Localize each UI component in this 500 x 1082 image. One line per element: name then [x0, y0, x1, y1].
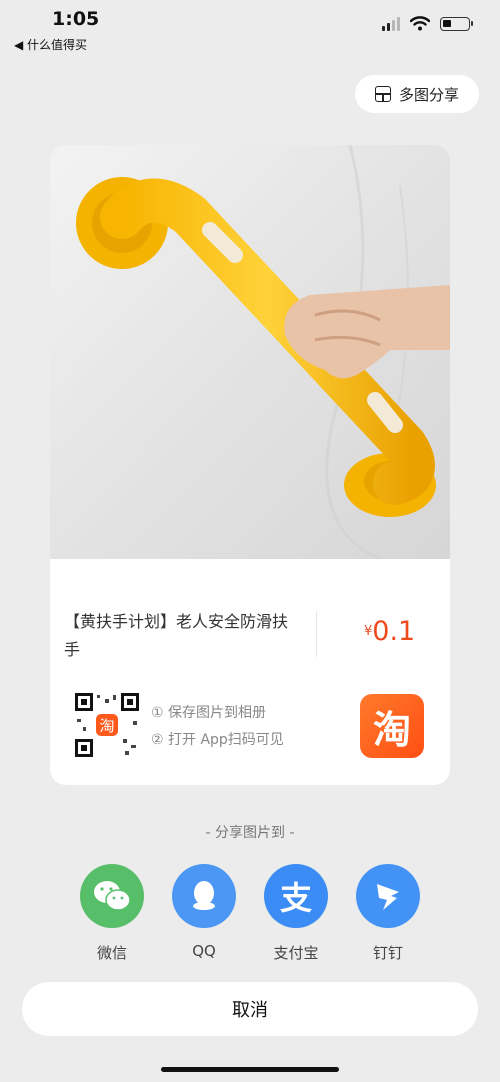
divider: [316, 611, 317, 657]
wifi-icon: [410, 16, 430, 31]
step-save-image: ① 保存图片到相册: [151, 705, 267, 721]
cancel-button[interactable]: 取消: [22, 982, 478, 1036]
qq-icon: [172, 864, 236, 928]
product-image: [50, 145, 450, 559]
clock: 1:05: [52, 8, 100, 30]
back-to-app-link[interactable]: ◀ 什么值得买: [14, 36, 87, 53]
share-poster-card: 【黄扶手计划】老人安全防滑扶手 ¥0.1 淘 ① 保存图片到相册 ② 打开 Ap…: [50, 145, 450, 785]
scan-steps: ① 保存图片到相册 ② 打开 App扫码可见: [151, 700, 284, 754]
alipay-icon: 支: [264, 864, 328, 928]
share-dingtalk-button[interactable]: 钉钉: [356, 864, 420, 963]
currency-symbol: ¥: [364, 624, 373, 639]
product-title: 【黄扶手计划】老人安全防滑扶手: [64, 612, 289, 659]
dingtalk-icon: [356, 864, 420, 928]
share-alipay-button[interactable]: 支 支付宝: [264, 864, 328, 963]
price: ¥0.1: [364, 616, 415, 647]
share-to-heading: - 分享图片到 -: [205, 825, 295, 841]
svg-text:淘: 淘: [99, 717, 114, 735]
status-bar: 1:05 ◀ 什么值得买: [0, 0, 500, 58]
share-label-dingtalk: 钉钉: [372, 944, 403, 962]
price-value: 0.1: [372, 616, 416, 647]
grid-layout-icon: [374, 86, 391, 102]
share-label-qq: QQ: [192, 942, 216, 960]
multi-image-share-button[interactable]: 多图分享: [355, 75, 479, 113]
share-qq-button[interactable]: QQ: [172, 864, 236, 960]
step-open-app: ② 打开 App扫码可见: [151, 732, 284, 748]
wechat-icon: [80, 864, 144, 928]
qr-code: 淘: [75, 693, 139, 757]
share-label-wechat: 微信: [96, 944, 127, 962]
taobao-logo-icon: 淘: [360, 694, 424, 758]
share-wechat-button[interactable]: 微信: [80, 864, 144, 963]
signal-icon: [382, 16, 400, 31]
multi-share-label: 多图分享: [398, 85, 459, 104]
status-icons: [382, 16, 473, 31]
battery-icon: [440, 16, 473, 31]
share-label-alipay: 支付宝: [273, 944, 319, 962]
home-indicator[interactable]: [161, 1067, 339, 1072]
